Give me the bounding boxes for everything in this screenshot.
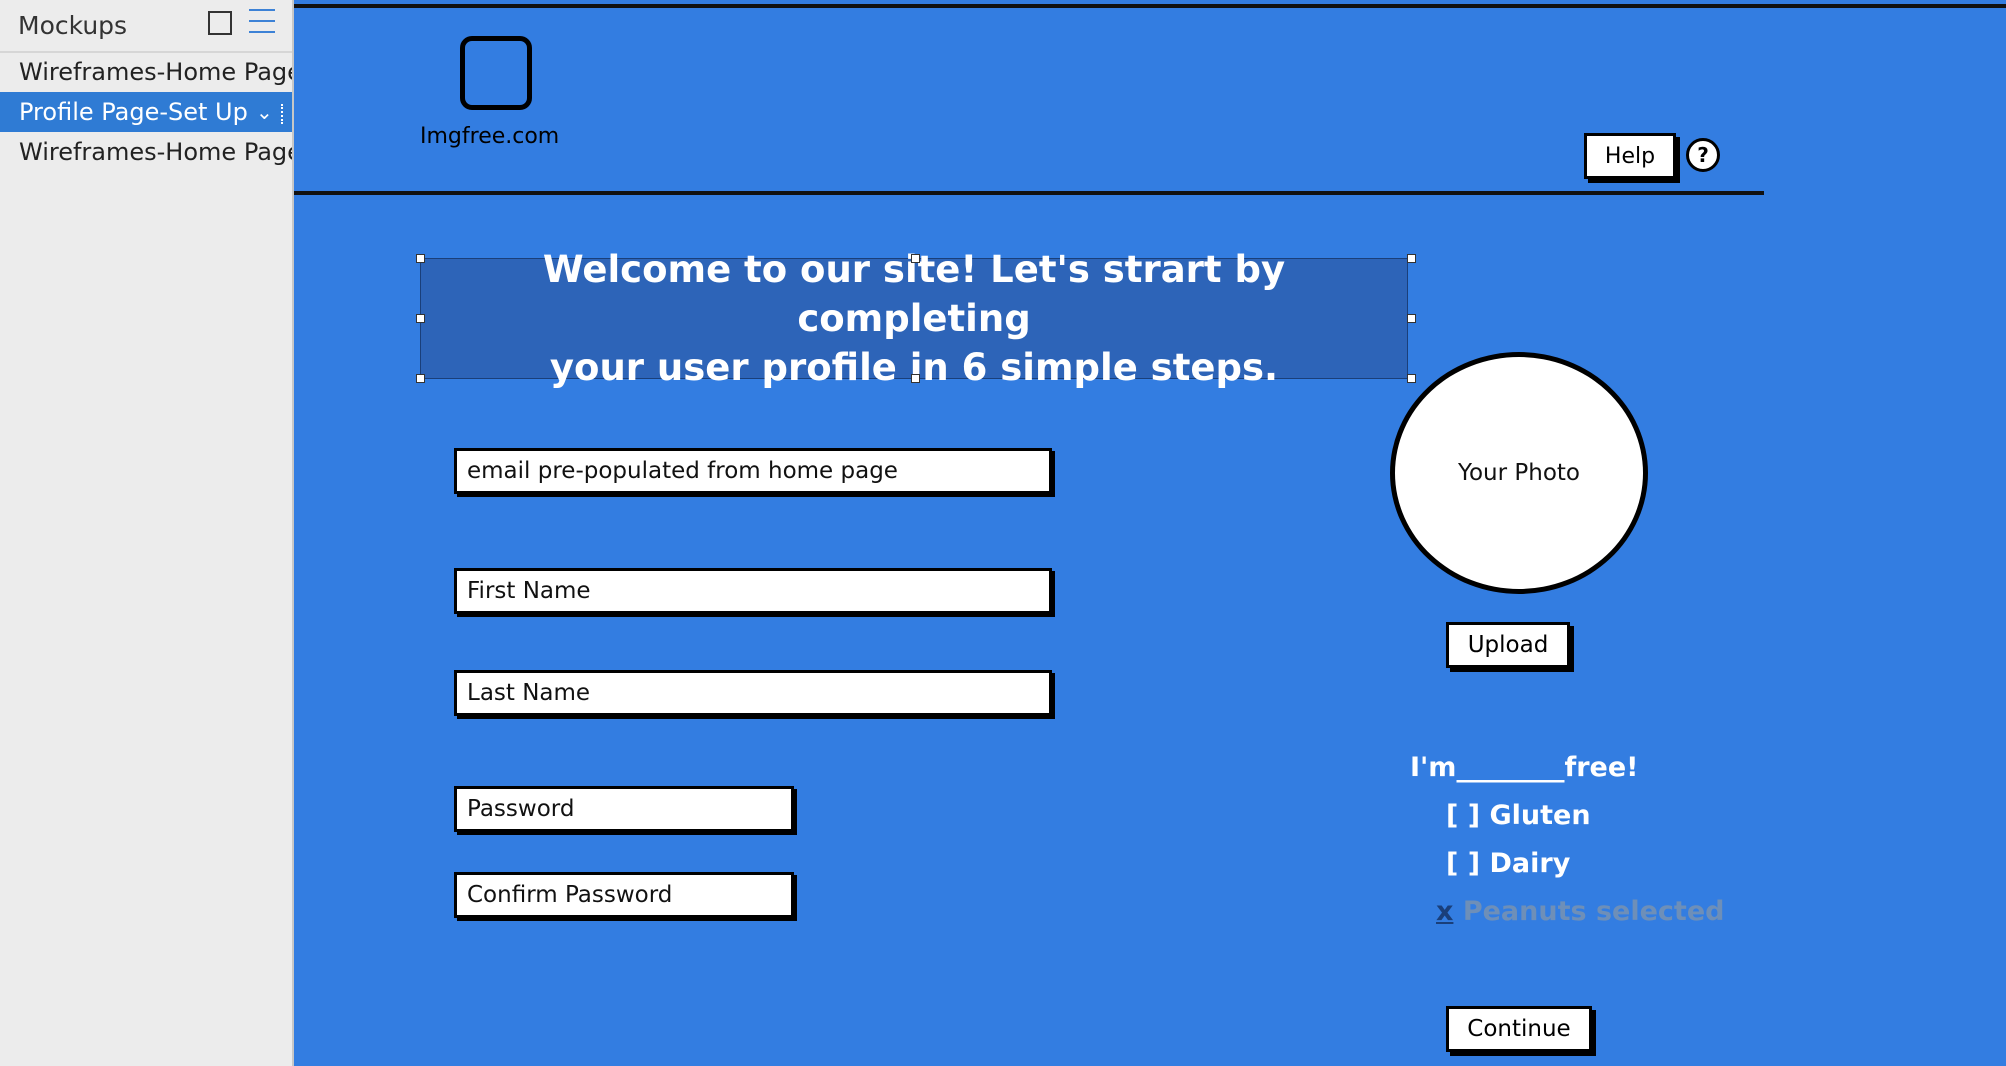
single-view-icon[interactable] xyxy=(208,11,232,35)
password-field[interactable]: Password xyxy=(454,786,794,832)
banner-line-2: your user profile in 6 simple steps. xyxy=(549,346,1279,389)
checkbox-mark: [ ] xyxy=(1446,848,1481,879)
option-label: Gluten xyxy=(1489,800,1591,831)
free-from-prompt: I'm________free! xyxy=(1410,752,1639,783)
first-name-field[interactable]: First Name xyxy=(454,568,1052,614)
resize-handle[interactable] xyxy=(1407,374,1416,383)
profile-photo-placeholder: Your Photo xyxy=(1390,352,1648,594)
upload-button[interactable]: Upload xyxy=(1446,622,1570,668)
welcome-banner[interactable]: Welcome to our site! Let's strart by com… xyxy=(420,248,1408,389)
top-border-line xyxy=(294,4,2006,8)
mockup-item-wireframes-home-2[interactable]: Wireframes-Home Page xyxy=(0,132,292,172)
help-button[interactable]: Help xyxy=(1584,133,1676,179)
logo-text: Imgfree.com xyxy=(420,124,560,149)
mockup-item-wireframes-home[interactable]: Wireframes-Home Page xyxy=(0,52,292,92)
option-label: Dairy xyxy=(1489,848,1571,879)
confirm-password-field[interactable]: Confirm Password xyxy=(454,872,794,918)
mockup-canvas[interactable]: Imgfree.com Help ? Welcome to our site! … xyxy=(294,0,2006,1066)
mockup-item-profile-setup[interactable]: Profile Page-Set Up ⌄ xyxy=(0,92,292,132)
resize-handle[interactable] xyxy=(416,374,425,383)
sidebar-title: Mockups xyxy=(18,10,128,40)
sidebar-header: Mockups xyxy=(0,0,292,50)
email-field[interactable]: email pre-populated from home page xyxy=(454,448,1052,494)
mockups-sidebar: Mockups Wireframes-Home Page Profile Pag… xyxy=(0,0,292,1066)
list-view-icon[interactable] xyxy=(249,9,275,33)
resize-handle[interactable] xyxy=(416,314,425,323)
option-label: Peanuts selected xyxy=(1462,896,1725,927)
continue-button[interactable]: Continue xyxy=(1446,1006,1592,1052)
header-divider xyxy=(294,191,1764,195)
mockup-item-label: Profile Page-Set Up xyxy=(19,98,248,126)
resize-handle[interactable] xyxy=(911,254,920,263)
dairy-checkbox[interactable]: [ ] Dairy xyxy=(1446,848,1570,879)
chevron-down-icon[interactable]: ⌄ xyxy=(256,92,273,132)
last-name-field[interactable]: Last Name xyxy=(454,670,1052,716)
resize-handle[interactable] xyxy=(416,254,425,263)
photo-label: Your Photo xyxy=(1457,460,1581,486)
resize-handle[interactable] xyxy=(1407,314,1416,323)
drag-handle-icon[interactable] xyxy=(281,104,285,124)
mockup-list: Wireframes-Home Page Profile Page-Set Up… xyxy=(0,52,292,172)
checkbox-mark: [ ] xyxy=(1446,800,1481,831)
gluten-checkbox[interactable]: [ ] Gluten xyxy=(1446,800,1591,831)
resize-handle[interactable] xyxy=(911,374,920,383)
resize-handle[interactable] xyxy=(1407,254,1416,263)
mockup-item-label: Wireframes-Home Page xyxy=(19,58,292,86)
help-question-icon[interactable]: ? xyxy=(1686,138,1720,172)
checkbox-mark: x xyxy=(1436,896,1454,927)
mockup-item-label: Wireframes-Home Page xyxy=(19,138,292,166)
logo-icon xyxy=(460,36,532,110)
peanuts-checkbox[interactable]: x Peanuts selected xyxy=(1436,896,1724,927)
